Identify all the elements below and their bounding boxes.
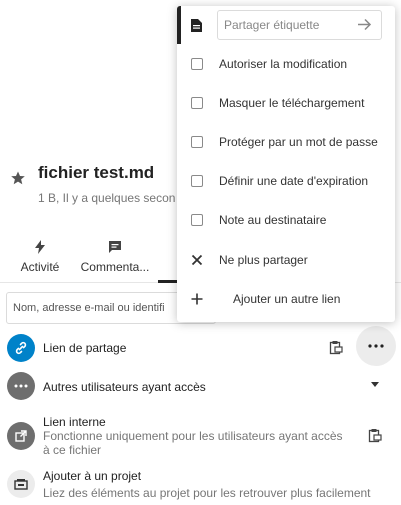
more-horizontal-icon — [368, 344, 384, 348]
option-allow-edit[interactable]: Autoriser la modification — [177, 44, 395, 83]
internal-link-description: Fonctionne uniquement pour les utilisate… — [43, 429, 343, 457]
chevron-down-icon[interactable] — [371, 382, 379, 387]
tab-activity-label: Activité — [20, 260, 60, 274]
link-icon — [15, 341, 27, 355]
more-horizontal-icon — [14, 384, 28, 388]
option-expiration-date[interactable]: Définir une date d'expiration — [177, 161, 395, 200]
note-recipient-checkbox[interactable] — [191, 213, 203, 226]
file-subtitle: 1 B, Il y a quelques secon — [38, 191, 176, 205]
internal-link-avatar — [7, 422, 35, 450]
allow-edit-checkbox[interactable] — [191, 57, 203, 70]
allow-edit-label: Autoriser la modification — [219, 56, 348, 71]
project-avatar — [7, 470, 35, 498]
password-protect-checkbox[interactable] — [191, 135, 203, 148]
lightning-icon — [35, 240, 45, 254]
unshare-menu-item[interactable]: Ne plus partager — [177, 240, 395, 279]
share-link-label: Lien de partage — [43, 341, 127, 355]
clipboard-icon[interactable] — [368, 428, 382, 443]
add-link-label: Ajouter un autre lien — [233, 291, 341, 306]
popover-active-accent — [177, 6, 181, 44]
option-hide-download[interactable]: Masquer le téléchargement — [177, 83, 395, 122]
option-password-protect[interactable]: Protéger par un mot de passe — [177, 122, 395, 161]
add-link-menu-item[interactable]: Ajouter un autre lien — [177, 279, 395, 318]
others-avatar — [7, 372, 35, 400]
expiration-date-checkbox[interactable] — [191, 174, 203, 187]
clipboard-icon[interactable] — [329, 340, 343, 355]
password-protect-label: Protéger par un mot de passe — [219, 134, 378, 149]
internal-link-label: Lien interne — [43, 415, 106, 429]
hide-download-checkbox[interactable] — [191, 96, 203, 109]
projects-icon — [14, 479, 28, 490]
share-link-popover-menu: Partager étiquette Autoriser la modifica… — [177, 6, 395, 322]
external-link-icon — [15, 430, 27, 442]
close-icon — [191, 254, 203, 265]
unshare-label: Ne plus partager — [219, 252, 308, 267]
arrow-right-icon[interactable] — [357, 18, 372, 31]
note-recipient-label: Note au destinataire — [219, 212, 327, 227]
project-description: Liez des éléments au projet pour les ret… — [43, 486, 371, 500]
comment-icon — [109, 241, 121, 253]
share-link-menu-button[interactable] — [356, 326, 396, 366]
file-title: fichier test.md — [38, 163, 155, 182]
hide-download-label: Masquer le téléchargement — [219, 95, 365, 110]
star-icon[interactable] — [10, 170, 26, 186]
tab-comments-label: Commenta... — [80, 260, 150, 274]
plus-icon — [191, 293, 203, 304]
tab-comments[interactable]: Commenta... — [80, 240, 150, 274]
share-link-avatar — [7, 334, 35, 362]
project-label[interactable]: Ajouter à un projet — [43, 469, 141, 483]
document-icon — [191, 19, 202, 32]
others-label[interactable]: Autres utilisateurs ayant accès — [43, 380, 206, 394]
expiration-date-label: Définir une date d'expiration — [219, 173, 369, 188]
option-note-recipient[interactable]: Note au destinataire — [177, 200, 395, 239]
tab-activity[interactable]: Activité — [5, 240, 75, 274]
